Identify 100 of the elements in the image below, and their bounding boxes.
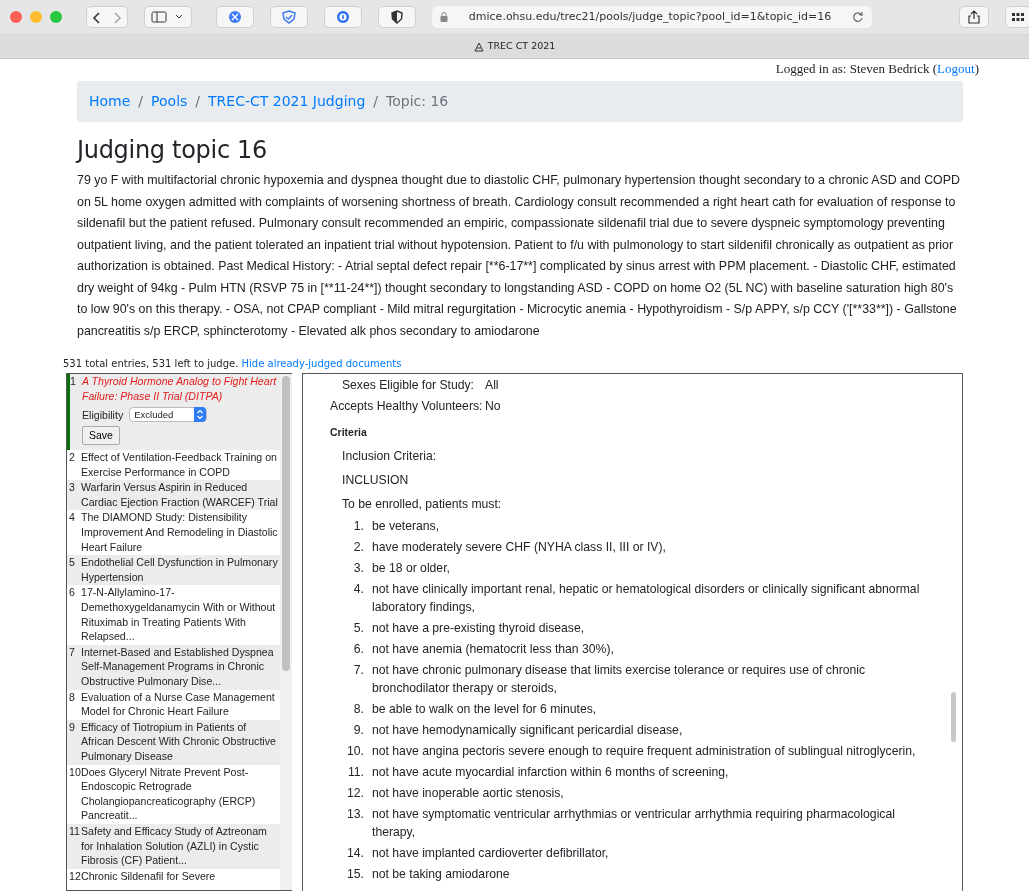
save-button[interactable]: Save — [82, 426, 120, 446]
document-number: 1 — [70, 374, 77, 390]
logout-link[interactable]: Logout — [937, 61, 975, 76]
document-title: Endothelial Cell Dysfunction in Pulmonary Hypertension — [81, 555, 278, 585]
document-title: Chronic Sildenafil for Severe — [81, 868, 217, 884]
document-item[interactable]: 12Chronic Sildenafil for Severe — [67, 868, 280, 885]
close-icon[interactable] — [10, 11, 22, 23]
select-arrows-icon — [194, 407, 207, 423]
list-number: 2. — [352, 538, 365, 556]
document-item[interactable]: 1 A Thyroid Hormone Analog to Fight Heart Failure: Phase II Trial (DITPA) Eligibility Excluded Save — [67, 374, 280, 451]
document-number: 5 — [69, 555, 76, 571]
criterion-text: be able to walk on the level for 6 minutes, — [372, 700, 598, 718]
list-number: 5. — [352, 619, 365, 637]
document-number: 8 — [69, 689, 76, 705]
criterion-text: not have implanted cardioverter defibrillator, — [372, 844, 610, 862]
list-number: 7. — [352, 661, 365, 679]
share-icon — [966, 10, 982, 24]
field-label: Sexes Eligible for Study: — [340, 377, 475, 395]
document-number: 6 — [69, 585, 76, 601]
eligibility-select[interactable]: Excluded — [129, 407, 208, 423]
document-item[interactable]: 10Does Glyceryl Nitrate Prevent Post-Endoscopic Retrograde Cholangiopancreaticography (ERCP) Pancreatit... — [67, 764, 280, 824]
breadcrumb-current: Topic: 16 — [386, 91, 449, 111]
list-number: 6. — [352, 640, 365, 658]
document-item[interactable]: 8 Evaluation of a Nurse Case Management Model for Chronic Heart Failure — [67, 689, 280, 720]
document-item[interactable]: 4 The DIAMOND Study: Distensibility Improvement And Remodeling in Diastolic Heart Failure — [67, 510, 280, 556]
document-title: Efficacy of Tiotropium in Patients of African Descent With Chronic Obstructive Pulmonary Disease — [81, 719, 277, 764]
grid-icon — [1012, 12, 1024, 22]
criterion-text: not have hemodynamically significant pericardial disease, — [372, 721, 684, 739]
document-title: Evaluation of a Nurse Case Management Model for Chronic Heart Failure — [81, 689, 276, 719]
list-number: 8. — [352, 700, 365, 718]
document-title: Safety and Efficacy Study of Aztreonam for Inhalation Solution (AZLI) in Cystic Fibrosis (CF) Patient... — [81, 823, 268, 868]
document-number: 11 — [69, 823, 81, 839]
breadcrumb-divider: / — [137, 91, 145, 111]
criterion-text: be 18 or older, — [372, 559, 451, 577]
breadcrumb-divider: / — [194, 91, 202, 111]
breadcrumb-divider: / — [372, 91, 379, 111]
extension-button[interactable] — [378, 6, 416, 28]
document-number: 4 — [69, 510, 76, 526]
sidebar-icon — [151, 11, 185, 23]
hide-judged-link[interactable]: Hide already-judged documents — [241, 358, 402, 370]
criteria-text: INCLUSION — [342, 471, 410, 489]
share-button[interactable] — [959, 6, 989, 28]
document-title: Warfarin Versus Aspirin in Reduced Cardiac Ejection Fraction (WARCEF) Trial — [81, 480, 278, 510]
criterion-text: not be taking amiodarone — [372, 865, 511, 883]
document-number: 3 — [69, 480, 76, 496]
eligibility-label: Eligibility — [82, 407, 124, 423]
address-bar[interactable]: dmice.ohsu.edu/trec21/pools/judge_topic?pool_id=1&topic_id=16 — [432, 6, 872, 28]
document-title: 17-N-Allylamino-17-Demethoxygeldanamycin With or Without Rituximab in Treating Patients With Relapsed... — [81, 585, 277, 644]
topic-description: 79 yo F with multifactorial chronic hypoxemia and dyspnea thought due to diastolic CHF, pulmonary hypertension thought secondary to a chronic ASD and COPD on 5L home oxygen admitted with complaints of worsening shortness of breath. Cardiology consult recommended a right heart cath for evaluation of response to sildenafil but the patient refused. Pulmonary consult recommended an empiric, compassionate sildenafil trial due to severe dyspneic symptomology preventing outpatient living, and the patient tolerated an inpatient trial without hypotension. Patient to f/u with pulmonology to start sildenifil chronically as outpatient as prior authorization is obtained. Past Medical History: - Atrial septal defect repair [**6-17**] complicated by sinus arrest with PPM placement. - Diastolic CHF, estimated dry weight of 94kg - Pulm HTN (RSVP 75 in [**11-24**]) thought secondary to longstanding ASD - COPD on home O2 (5L NC) with baseline saturation high 80's to low 90's on this therapy. - OSA, not CPAP compliant - Mild mitral regurgitation - Microcytic anemia - Hypothyroidism - S/p APPY, s/p CCY ('[**33**]) - Gallstone pancreatitis s/p ERCP, sphincterotomy - Elevated alk phos secondary to amiodarone — [77, 172, 961, 340]
criterion-text: not have angina pectoris severe enough to require frequent administration of sublingual nitroglycerin, — [372, 742, 917, 760]
document-item[interactable]: 2 Effect of Ventilation-Feedback Training on Exercise Performance in COPD — [67, 450, 280, 481]
list-number: 15. — [346, 865, 365, 883]
criteria-text: Inclusion Criteria: — [342, 447, 438, 465]
criterion-text: not have inoperable aortic stenosis, — [372, 784, 565, 802]
document-item[interactable]: 5 Endothelial Cell Dysfunction in Pulmonary Hypertension — [67, 555, 280, 586]
criterion-text: not have acute myocardial infarction within 6 months of screening, — [372, 763, 730, 781]
sidebar-button[interactable] — [144, 6, 192, 28]
login-text: Logged in as: Steven Bedrick ( — [775, 61, 938, 76]
document-number: 9 — [69, 719, 76, 735]
document-number: 12 — [69, 868, 81, 884]
list-number: 3. — [352, 559, 365, 577]
tab-title[interactable]: TREC CT 2021 — [487, 39, 556, 54]
field-label: Accepts Healthy Volunteers: — [330, 397, 484, 415]
list-number: 13. — [346, 805, 365, 823]
criterion-text: not have anemia (hematocrit less than 30%), — [372, 640, 615, 658]
site-icon — [473, 41, 484, 52]
criterion-text: have moderately severe CHF (NYHA class II, III or IV), — [372, 538, 667, 556]
document-number: 10 — [69, 764, 81, 780]
document-item[interactable]: 7 Internet-Based and Established Dyspnea Self-Management Programs in Chronic Obstructive Pulmonary Dise... — [67, 644, 280, 690]
criterion-text: not have a pre-existing thyroid disease, — [372, 619, 586, 637]
field-value: All — [485, 377, 499, 395]
document-number: 7 — [69, 644, 76, 660]
document-title: The DIAMOND Study: Distensibility Improvement And Remodeling in Diastolic Heart Failure — [81, 510, 278, 555]
tab-overview-button[interactable] — [1005, 6, 1029, 28]
back-icon — [91, 10, 103, 25]
page-heading: Judging topic 16 — [77, 135, 269, 165]
document-item[interactable]: 3 Warfarin Versus Aspirin in Reduced Cardiac Ejection Fraction (WARCEF) Trial — [67, 480, 280, 511]
document-item[interactable]: 11Safety and Efficacy Study of Aztreonam for Inhalation Solution (AZLI) in Cystic Fibrosis (CF) Patient... — [67, 823, 280, 869]
document-item[interactable]: 9 Efficacy of Tiotropium in Patients of African Descent With Chronic Obstructive Pulmonary Disease — [67, 719, 280, 765]
forward-icon — [111, 10, 123, 25]
list-number: 4. — [352, 580, 365, 598]
url-text: dmice.ohsu.edu/trec21/pools/judge_topic?pool_id=1&topic_id=16 — [468, 8, 832, 25]
login-text: ) — [974, 61, 979, 76]
criterion-text: be veterans, — [372, 517, 441, 535]
document-number: 2 — [69, 450, 76, 466]
field-value: No — [485, 397, 501, 415]
list-number: 1. — [352, 517, 365, 535]
section-heading: Criteria — [330, 424, 368, 440]
list-number: 9. — [352, 721, 365, 739]
reload-icon[interactable] — [852, 11, 864, 23]
list-number: 12. — [346, 784, 365, 802]
document-item[interactable]: 6 17-N-Allylamino-17-Demethoxygeldanamycin With or Without Rituximab in Treating Patients With Relapsed... — [67, 585, 280, 645]
criteria-text: To be enrolled, patients must: — [342, 496, 503, 514]
document-title: Effect of Ventilation-Feedback Training on Exercise Performance in COPD — [81, 450, 278, 480]
entry-count: 531 total entries, 531 left to judge. — [63, 358, 239, 370]
document-title: A Thyroid Hormone Analog to Fight Heart Failure: Phase II Trial (DITPA) — [82, 374, 278, 404]
list-number: 14. — [346, 844, 365, 862]
lock-icon — [440, 12, 448, 22]
document-title: Does Glyceryl Nitrate Prevent Post-Endoscopic Retrograde Cholangiopancreaticography (ERCP) Pancreatit... — [81, 764, 257, 823]
document-title: Internet-Based and Established Dyspnea Self-Management Programs in Chronic Obstructive Pulmonary Dise... — [81, 644, 275, 689]
